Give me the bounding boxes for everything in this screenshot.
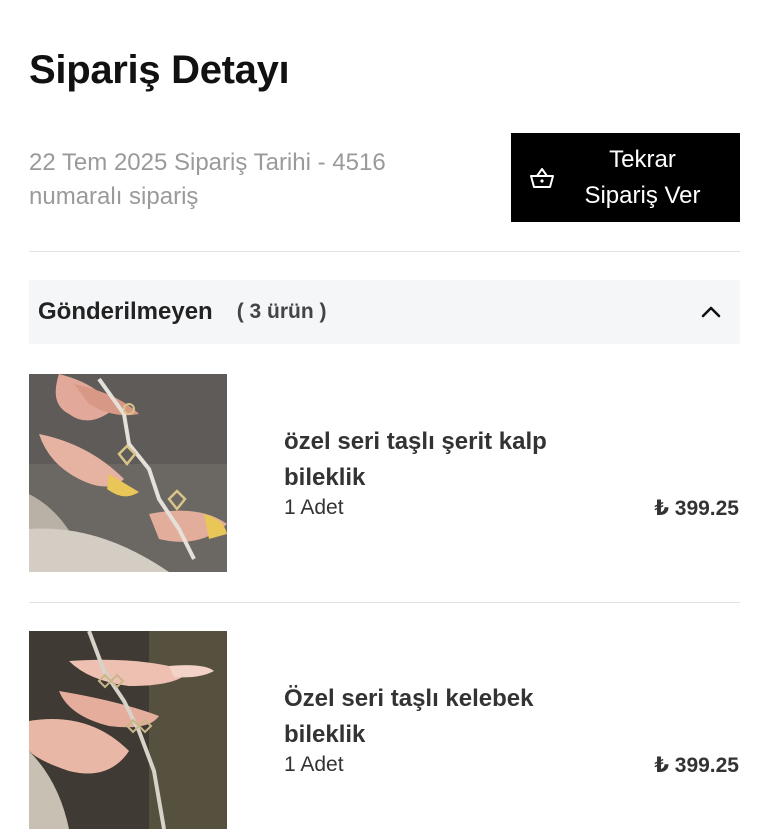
basket-icon bbox=[530, 167, 554, 188]
product-price: ₺ 399.25 bbox=[654, 497, 739, 520]
section-item-count: ( 3 ürün ) bbox=[236, 300, 327, 323]
reorder-button[interactable]: Tekrar Sipariş Ver bbox=[511, 133, 740, 222]
page-title: Sipariş Detayı bbox=[29, 48, 290, 92]
section-title: Gönderilmeyen bbox=[38, 298, 213, 325]
chevron-up-icon[interactable] bbox=[700, 305, 722, 319]
product-quantity: 1 Adet bbox=[284, 753, 344, 776]
product-image[interactable] bbox=[29, 374, 227, 572]
divider bbox=[29, 602, 740, 603]
order-date-number: 22 Tem 2025 Sipariş Tarihi - 4516 bbox=[29, 149, 386, 176]
product-name[interactable]: özel seri taşlı şerit kalp bileklik bbox=[284, 424, 614, 496]
reorder-label: Tekrar Sipariş Ver bbox=[584, 145, 701, 209]
product-image[interactable] bbox=[29, 631, 227, 829]
divider bbox=[29, 251, 740, 252]
product-name[interactable]: Özel seri taşlı kelebek bileklik bbox=[284, 681, 614, 753]
order-number-suffix: numaralı sipariş bbox=[29, 183, 199, 210]
order-meta: 22 Tem 2025 Sipariş Tarihi - 4516 numara… bbox=[29, 146, 469, 214]
section-header-unshipped[interactable]: Gönderilmeyen ( 3 ürün ) bbox=[29, 280, 740, 344]
product-price: ₺ 399.25 bbox=[654, 754, 739, 777]
product-quantity: 1 Adet bbox=[284, 496, 344, 519]
